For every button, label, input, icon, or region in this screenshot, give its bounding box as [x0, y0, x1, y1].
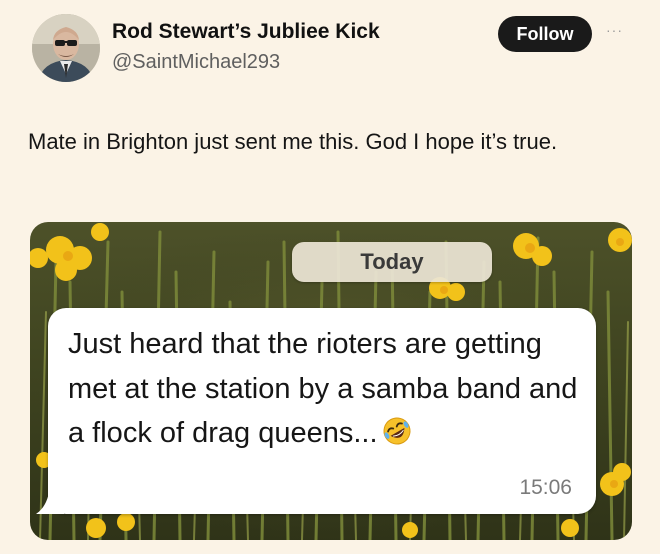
chat-date-label: Today: [292, 242, 492, 282]
author-avatar[interactable]: [32, 14, 100, 82]
more-options-icon[interactable]: ···: [606, 22, 623, 38]
tweet-image[interactable]: Today Just heard that the rioters are ge…: [30, 222, 632, 540]
author-handle[interactable]: @SaintMichael293: [112, 51, 280, 74]
chat-message: Just heard that the rioters are getting …: [68, 322, 588, 456]
rolling-laughing-emoji-icon: [383, 417, 411, 445]
chat-message-time: 15:06: [519, 476, 572, 499]
bubble-tail-icon: [36, 486, 64, 514]
chat-message-text: Just heard that the rioters are getting …: [68, 328, 578, 449]
chat-message-bubble: Just heard that the rioters are getting …: [36, 308, 596, 514]
tweet-text: Mate in Brighton just sent me this. God …: [28, 129, 558, 154]
avatar-photo-icon: [32, 14, 100, 82]
author-name[interactable]: Rod Stewart’s Jubliee Kick: [112, 20, 380, 44]
follow-button[interactable]: Follow: [498, 16, 592, 52]
